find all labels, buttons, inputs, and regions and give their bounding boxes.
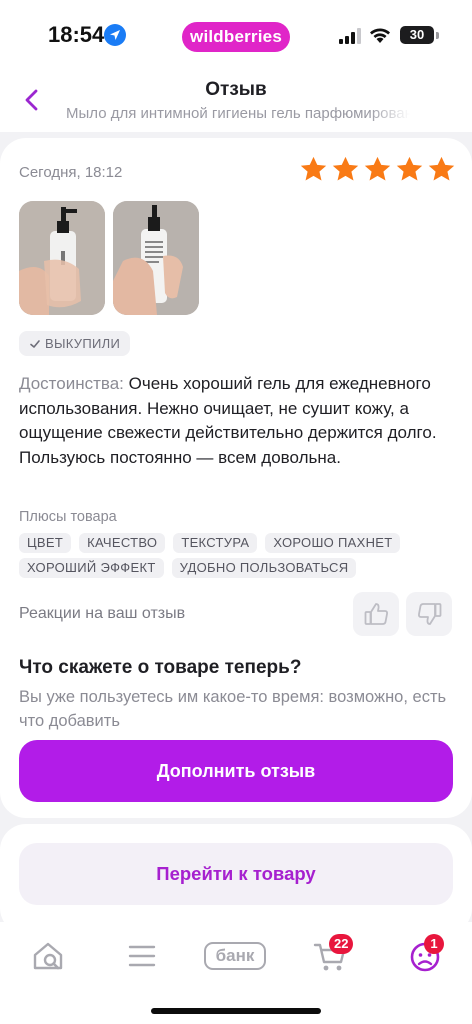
go-to-product-button[interactable]: Перейти к товару (19, 843, 453, 905)
home-search-icon[interactable] (28, 936, 68, 976)
cart-badge: 22 (329, 934, 354, 954)
followup-title: Что скажете о товаре теперь? (19, 657, 302, 678)
review-header: Отзыв Мыло для интимной гигиены гель пар… (0, 70, 472, 132)
pros-title: Плюсы товара (19, 509, 117, 525)
star-icon (364, 156, 391, 181)
reactions-label: Реакции на ваш отзыв (19, 605, 186, 622)
review-date: Сегодня, 18:12 (19, 164, 123, 181)
bought-badge: ВЫКУПИЛИ (19, 331, 131, 356)
like-button[interactable] (353, 592, 399, 636)
review-photo[interactable] (113, 201, 199, 315)
pros-tag: ЦВЕТ (19, 533, 72, 553)
location-arrow-icon (104, 24, 126, 46)
pros-tag: ХОРОШИЙ ЭФФЕКТ (19, 558, 164, 578)
add-to-review-button[interactable]: Дополнить отзыв (19, 740, 453, 802)
wifi-icon (370, 28, 390, 43)
menu-icon[interactable] (122, 936, 162, 976)
pros-tag: КАЧЕСТВО (79, 533, 166, 553)
pros-tag: ХОРОШО ПАХНЕТ (265, 533, 401, 553)
review-card: Сегодня, 18:12 ВЫКУПИЛИ Достоинства: Оче… (0, 138, 472, 818)
advantages-label: Достоинства: (19, 374, 124, 393)
pros-tags: ЦВЕТ КАЧЕСТВО ТЕКСТУРА ХОРОШО ПАХНЕТ ХОРОШИЙ… (19, 533, 459, 578)
signal-icon (339, 28, 361, 44)
dislike-button[interactable] (406, 592, 452, 636)
battery-tip (436, 32, 439, 39)
home-indicator (151, 1008, 321, 1014)
pros-tag: ТЕКСТУРА (173, 533, 258, 553)
pros-tag: УДОБНО ПОЛЬЗОВАТЬСЯ (171, 558, 357, 578)
rating-stars (299, 155, 456, 184)
status-bar: 18:54 wildberries 30 (0, 0, 472, 70)
review-advantages: Достоинства: Очень хороший гель для ежед… (19, 372, 455, 470)
star-icon (332, 156, 359, 181)
page-title: Отзыв (205, 79, 267, 100)
bank-label: банк (204, 942, 266, 970)
bank-icon[interactable]: банк (204, 936, 268, 976)
status-time: 18:54 (48, 22, 105, 47)
star-icon (396, 156, 423, 181)
product-name: Мыло для интимной гигиены гель парфюмиро… (66, 105, 410, 122)
bought-badge-label: ВЫКУПИЛИ (45, 336, 121, 351)
review-photo[interactable] (19, 201, 105, 315)
profile-badge: 1 (424, 934, 444, 954)
goto-card: Перейти к товару (0, 824, 472, 934)
thumbs-up-icon (364, 603, 388, 625)
battery-icon: 30 (400, 26, 434, 44)
brand-pill[interactable]: wildberries (182, 22, 290, 52)
followup-subtitle: Вы уже пользуетесь им какое-то время: во… (19, 688, 447, 730)
thumbs-down-icon (418, 603, 442, 625)
check-icon (30, 339, 40, 348)
star-icon (300, 156, 327, 181)
star-icon (428, 156, 455, 181)
